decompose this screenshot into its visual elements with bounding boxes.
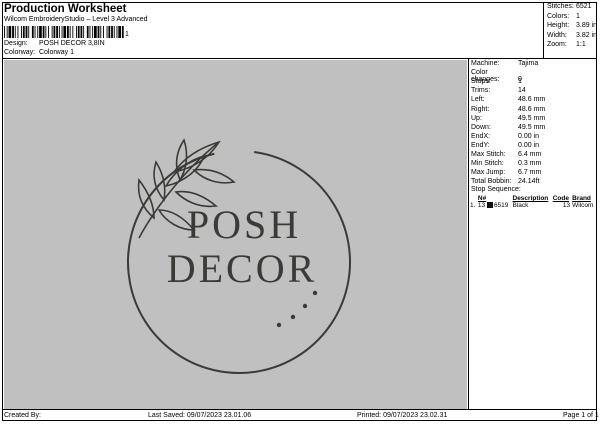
info-value: 14 bbox=[518, 87, 526, 95]
colorway-value: Colorway 1 bbox=[38, 49, 74, 56]
design-label: Design: bbox=[4, 40, 28, 47]
stat-height: Height: 3.89 in bbox=[547, 22, 597, 29]
machine-info-row: Max Jump: 6.7 mm bbox=[471, 169, 541, 176]
info-value: 48.6 mm bbox=[518, 105, 546, 113]
design-value: POSH DECOR 3,8IN bbox=[38, 40, 105, 47]
info-label: Min Stitch: bbox=[471, 160, 504, 168]
dot bbox=[302, 303, 308, 309]
header-bottom-rule bbox=[2, 58, 597, 59]
info-value: 1 bbox=[518, 78, 522, 86]
footer-created-by: Created By: bbox=[4, 412, 41, 419]
info-value: 6.7 mm bbox=[518, 169, 542, 177]
stat-value: 3.82 in bbox=[576, 31, 598, 39]
stat-value: 6521 bbox=[576, 3, 592, 10]
side-panel-divider bbox=[468, 58, 469, 409]
machine-info-row: Stops: 1 bbox=[471, 78, 522, 85]
info-label: Total Bobbin: bbox=[471, 178, 512, 186]
stop-description: Black bbox=[511, 202, 552, 209]
footer-printed: Printed: 09/07/2023 23.02.31 bbox=[357, 412, 448, 419]
embroidery-artwork: POSH DECOR bbox=[127, 138, 351, 374]
stop-code: 13 bbox=[551, 202, 572, 209]
info-value: 0.00 in bbox=[518, 132, 540, 140]
machine-info-row: Trims: 14 bbox=[471, 87, 526, 94]
color-swatch bbox=[486, 202, 493, 209]
machine-info-row: EndY: 0.00 in bbox=[471, 142, 539, 149]
design-row: Design: POSH DECOR 3,8IN bbox=[4, 40, 105, 47]
colorway-row: Colorway: Colorway 1 bbox=[4, 49, 74, 56]
stat-value: 3.89 in bbox=[576, 22, 598, 29]
stop-sequence-heading: Stop Sequence: bbox=[471, 186, 521, 193]
stat-value: 1 bbox=[576, 12, 580, 20]
info-label: Trims: bbox=[471, 87, 491, 95]
design-preview: POSH DECOR bbox=[4, 60, 467, 409]
machine-info-row: Machine: Tajima bbox=[471, 60, 538, 67]
stat-label: Height: bbox=[547, 22, 570, 29]
info-value: 48.6 mm bbox=[518, 96, 546, 104]
machine-info-row: Up: 49.5 mm bbox=[471, 115, 545, 122]
info-label: Down: bbox=[471, 123, 491, 131]
barcode: 1 bbox=[4, 26, 129, 38]
col-code: Code bbox=[552, 195, 569, 202]
colorway-label: Colorway: bbox=[4, 49, 36, 56]
info-label: Right: bbox=[471, 105, 490, 113]
info-value: 0.00 in bbox=[518, 141, 540, 149]
machine-info-row: EndX: 0.00 in bbox=[471, 133, 539, 140]
info-label: EndY: bbox=[471, 141, 490, 149]
stat-label: Width: bbox=[547, 31, 567, 39]
footer-rule bbox=[2, 409, 597, 410]
col-description: Description bbox=[512, 195, 549, 202]
stop-table-header: N# Description Code Brand bbox=[469, 195, 596, 202]
info-value: 49.5 mm bbox=[518, 123, 546, 131]
stat-value: 1:1 bbox=[576, 41, 586, 48]
machine-info-row: Min Stitch: 0.3 mm bbox=[471, 160, 541, 167]
info-value: Tajima bbox=[518, 60, 539, 67]
footer-last-saved: Last Saved: 09/07/2023 23.01.06 bbox=[148, 412, 252, 419]
info-label: Up: bbox=[471, 114, 482, 122]
info-label: EndX: bbox=[471, 132, 491, 140]
stop-brand: Wilcom bbox=[571, 202, 596, 209]
stop-index: 1. bbox=[469, 202, 477, 209]
info-value: 24.14ft bbox=[518, 178, 540, 186]
machine-info-row: Total Bobbin: 24.14ft bbox=[471, 178, 539, 185]
col-brand: Brand bbox=[572, 195, 591, 202]
stat-stitches: Stitches: 6521 bbox=[547, 3, 592, 10]
info-value: 6.4 mm bbox=[518, 151, 542, 158]
stat-colors: Colors: 1 bbox=[547, 13, 580, 20]
stat-label: Zoom: bbox=[547, 41, 567, 48]
software-subtitle: Wilcom EmbroideryStudio – Level 3 Advanc… bbox=[4, 16, 148, 23]
logo-line-posh: POSH bbox=[187, 202, 301, 247]
col-n: N# bbox=[477, 195, 487, 202]
stat-zoom: Zoom: 1:1 bbox=[547, 41, 586, 48]
table-row[interactable]: 1. 13 6519 Black 13 Wilcom bbox=[469, 202, 596, 209]
info-label: Max Jump: bbox=[471, 169, 506, 177]
stop-sequence-table: N# Description Code Brand 1. 13 6519 Bla… bbox=[469, 195, 596, 209]
machine-info-row: Down: 49.5 mm bbox=[471, 124, 545, 131]
info-label: Max Stitch: bbox=[471, 151, 506, 158]
machine-info-row: Right: 48.6 mm bbox=[471, 106, 545, 113]
logo-line-decor: DECOR bbox=[167, 246, 318, 291]
info-label: Left: bbox=[471, 96, 485, 104]
stat-label: Stitches: bbox=[547, 3, 574, 10]
info-value: 49.5 mm bbox=[518, 114, 546, 122]
info-label: Machine: bbox=[471, 60, 500, 67]
barcode-suffix: 1 bbox=[125, 31, 129, 38]
machine-info-row: Max Stitch: 6.4 mm bbox=[471, 151, 541, 158]
machine-info-row: Left: 48.6 mm bbox=[471, 96, 545, 103]
info-label: Stops: bbox=[471, 78, 491, 86]
footer-page: Page 1 of 1 bbox=[563, 412, 599, 419]
dot bbox=[312, 290, 318, 296]
dot bbox=[290, 314, 296, 320]
stat-label: Colors: bbox=[547, 12, 570, 20]
info-value: 0.3 mm bbox=[518, 160, 542, 168]
stat-width: Width: 3.82 in bbox=[547, 32, 597, 39]
stop-n: 13 6519 bbox=[476, 202, 512, 209]
page-title: Production Worksheet bbox=[4, 3, 127, 15]
header-divider bbox=[543, 2, 544, 58]
dot bbox=[276, 322, 282, 328]
